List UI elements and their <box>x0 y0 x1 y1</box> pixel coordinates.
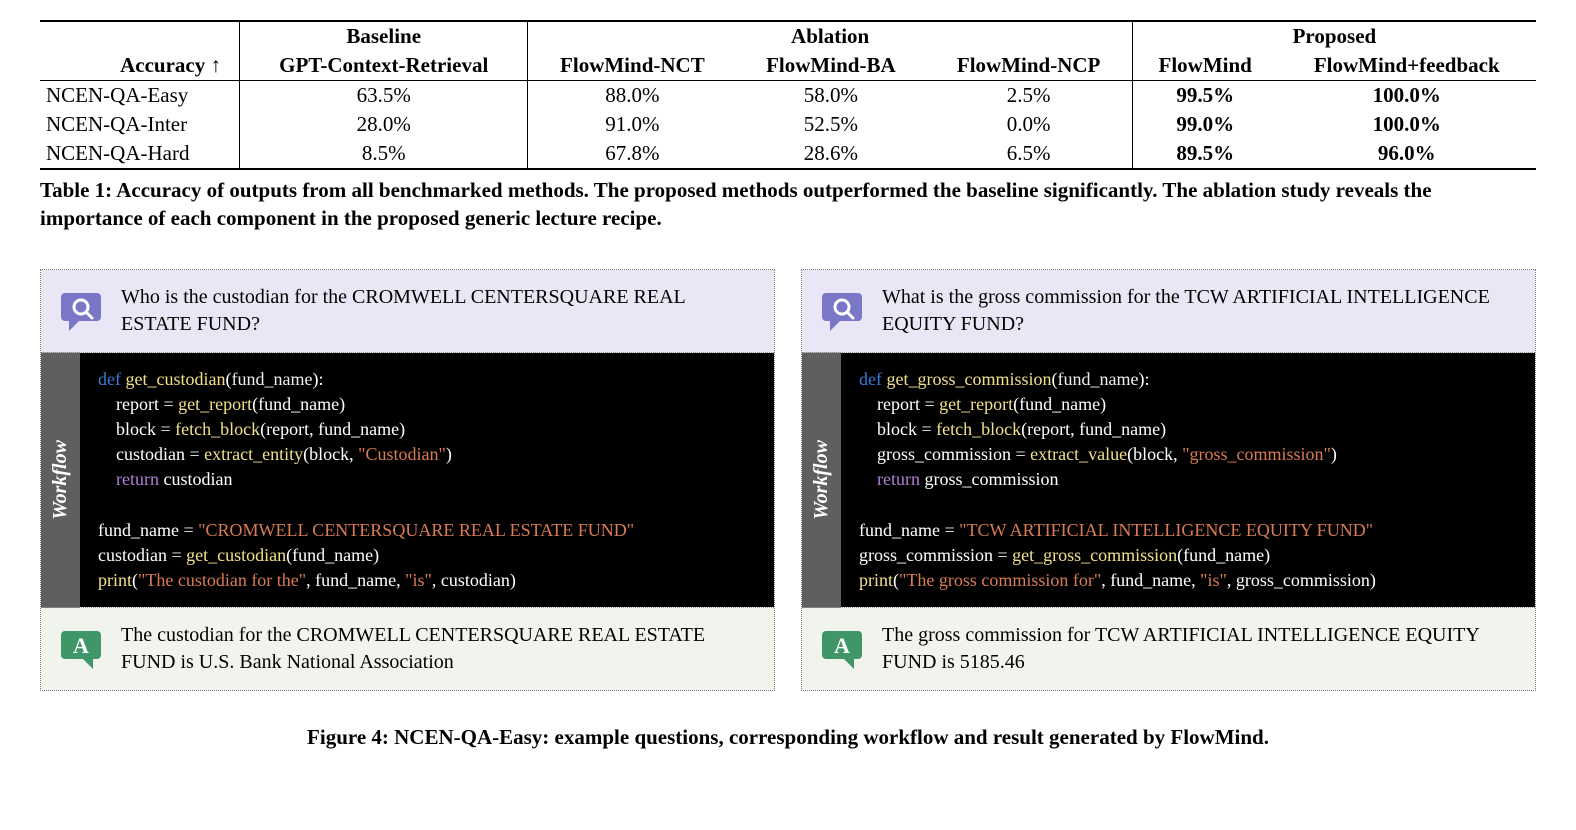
cell: 28.0% <box>240 110 528 139</box>
col-nct: FlowMind-NCT <box>528 51 736 81</box>
cell: 67.8% <box>528 139 736 169</box>
table-row: NCEN-QA-Inter 28.0% 91.0% 52.5% 0.0% 99.… <box>40 110 1536 139</box>
cell: 100.0% <box>1278 110 1536 139</box>
svg-text:A: A <box>834 633 850 658</box>
cell: 0.0% <box>925 110 1132 139</box>
cell: 100.0% <box>1278 81 1536 111</box>
col-fm: FlowMind <box>1132 51 1277 81</box>
question-text: Who is the custodian for the CROMWELL CE… <box>121 284 756 338</box>
question-box: What is the gross commission for the TCW… <box>802 270 1535 353</box>
figure-caption: Figure 4: NCEN-QA-Easy: example question… <box>40 725 1536 750</box>
cell: 58.0% <box>736 81 925 111</box>
row-label: NCEN-QA-Easy <box>40 81 240 111</box>
cell: 88.0% <box>528 81 736 111</box>
cell: 8.5% <box>240 139 528 169</box>
workflow-label: Workflow <box>41 353 80 608</box>
accuracy-label: Accuracy ↑ <box>40 51 240 81</box>
row-label: NCEN-QA-Inter <box>40 110 240 139</box>
code-block: def get_gross_commission(fund_name): rep… <box>841 353 1535 608</box>
workflow-row: Workflow def get_gross_commission(fund_n… <box>802 353 1535 609</box>
cell: 2.5% <box>925 81 1132 111</box>
question-text: What is the gross commission for the TCW… <box>882 284 1517 338</box>
answer-box: A The custodian for the CROMWELL CENTERS… <box>41 608 774 690</box>
table-row: NCEN-QA-Easy 63.5% 88.0% 58.0% 2.5% 99.5… <box>40 81 1536 111</box>
cell: 91.0% <box>528 110 736 139</box>
col-ncp: FlowMind-NCP <box>925 51 1132 81</box>
table-caption: Table 1: Accuracy of outputs from all be… <box>40 176 1536 233</box>
col-group-proposed: Proposed <box>1132 21 1536 51</box>
speech-bubble-icon <box>59 291 103 331</box>
col-ba: FlowMind-BA <box>736 51 925 81</box>
cell: 28.6% <box>736 139 925 169</box>
example-card: What is the gross commission for the TCW… <box>801 269 1536 692</box>
answer-text: The custodian for the CROMWELL CENTERSQU… <box>121 622 756 676</box>
col-group-baseline: Baseline <box>240 21 528 51</box>
cell: 99.5% <box>1132 81 1277 111</box>
table-row: NCEN-QA-Hard 8.5% 67.8% 28.6% 6.5% 89.5%… <box>40 139 1536 169</box>
example-card: Who is the custodian for the CROMWELL CE… <box>40 269 775 692</box>
workflow-row: Workflow def get_custodian(fund_name): r… <box>41 353 774 609</box>
cell: 89.5% <box>1132 139 1277 169</box>
cell: 52.5% <box>736 110 925 139</box>
examples-row: Who is the custodian for the CROMWELL CE… <box>40 269 1536 692</box>
svg-text:A: A <box>73 633 89 658</box>
accuracy-table: Baseline Ablation Proposed Accuracy ↑ GP… <box>40 20 1536 170</box>
cell: 6.5% <box>925 139 1132 169</box>
col-group-ablation: Ablation <box>528 21 1132 51</box>
cell: 99.0% <box>1132 110 1277 139</box>
row-label: NCEN-QA-Hard <box>40 139 240 169</box>
answer-text: The gross commission for TCW ARTIFICIAL … <box>882 622 1517 676</box>
answer-box: A The gross commission for TCW ARTIFICIA… <box>802 608 1535 690</box>
answer-bubble-icon: A <box>820 629 864 669</box>
workflow-label: Workflow <box>802 353 841 608</box>
cell: 96.0% <box>1278 139 1536 169</box>
code-block: def get_custodian(fund_name): report = g… <box>80 353 774 608</box>
cell: 63.5% <box>240 81 528 111</box>
answer-bubble-icon: A <box>59 629 103 669</box>
col-gpt: GPT-Context-Retrieval <box>240 51 528 81</box>
question-box: Who is the custodian for the CROMWELL CE… <box>41 270 774 353</box>
col-fmf: FlowMind+feedback <box>1278 51 1536 81</box>
speech-bubble-icon <box>820 291 864 331</box>
